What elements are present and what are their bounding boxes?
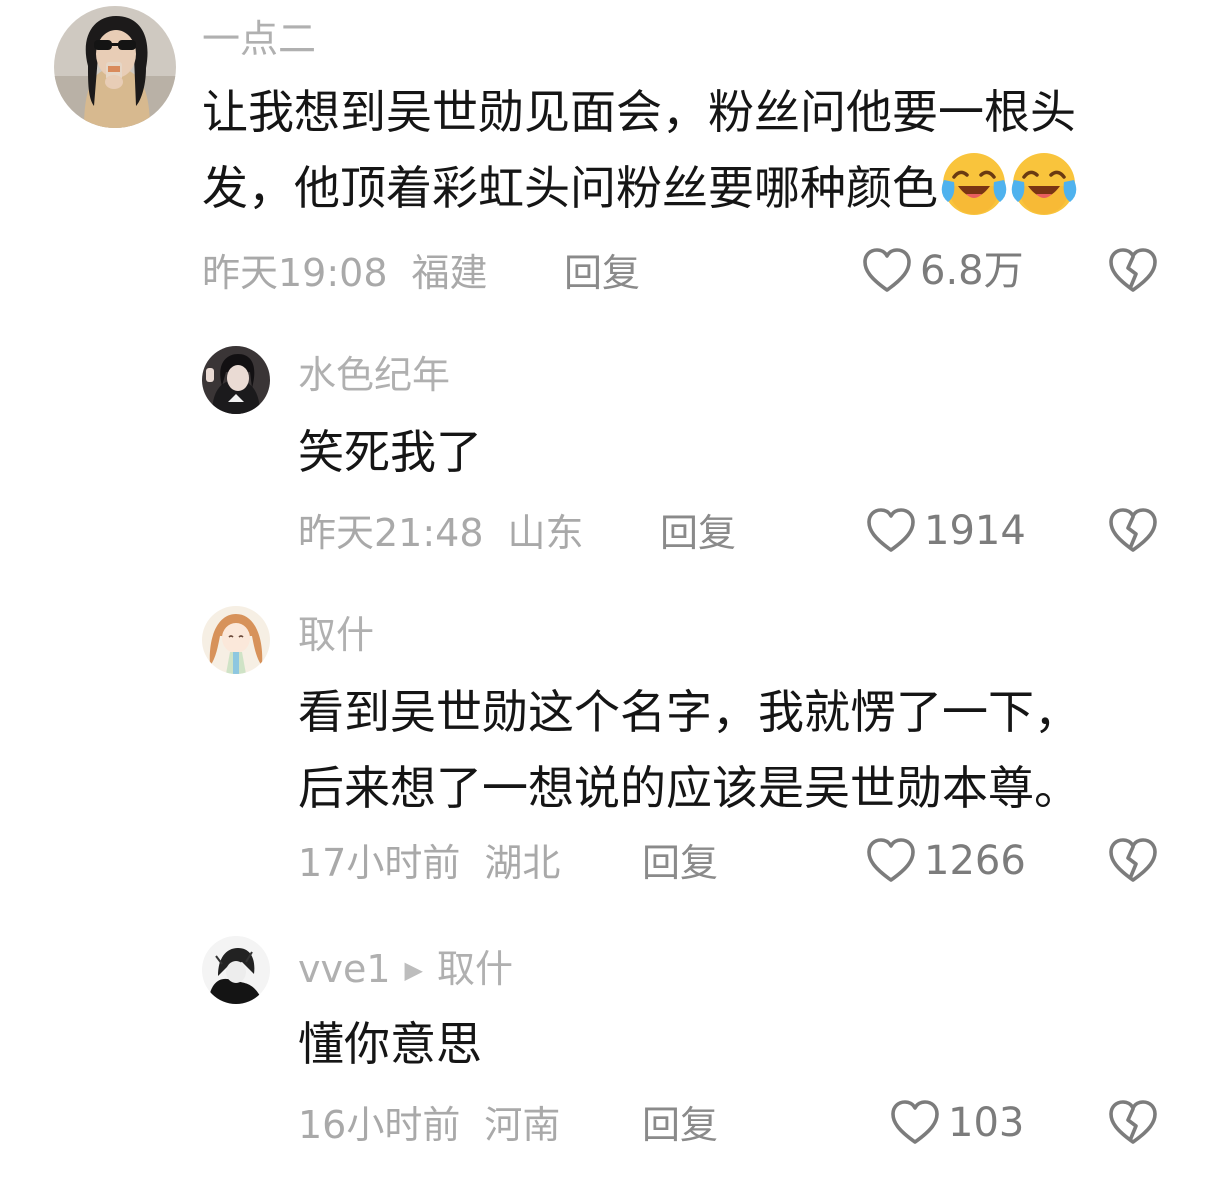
comment-text: 懂你意思: [298, 1006, 482, 1082]
comment-text: 看到吴世勋这个名字，我就愣了一下， 后来想了一想说的应该是吴世勋本尊。: [298, 674, 1080, 826]
comment-time: 昨天21:48: [298, 511, 484, 555]
reply-item: 水色纪年 笑死我了 昨天21:48 山东 回复 1914: [0, 320, 1224, 580]
comment-text-line: 后来想了一想说的应该是吴世勋本尊。: [298, 761, 1080, 815]
heart-outline-icon: [863, 248, 911, 292]
avatar[interactable]: [202, 936, 270, 1004]
comment-text-line: 发，他顶着彩虹头问粉丝要哪种颜色: [202, 161, 938, 215]
avatar[interactable]: [202, 346, 270, 414]
comment-meta: 昨天19:08 福建: [202, 254, 488, 292]
comment-time: 17小时前: [298, 841, 461, 885]
comment-meta: 昨天21:48 山东: [298, 514, 584, 552]
heart-outline-icon: [867, 838, 915, 882]
comment-location: 湖北: [484, 841, 561, 885]
comment-text-line: 让我想到吴世勋见面会，粉丝问他要一根头: [202, 85, 1076, 139]
username[interactable]: 水色纪年: [298, 356, 450, 394]
comment-text-line: 笑死我了: [298, 425, 482, 479]
comment-text-line-with-emoji: 发，他顶着彩虹头问粉丝要哪种颜色: [202, 150, 1078, 226]
dislike-button[interactable]: [1106, 834, 1160, 888]
laugh-cry-emoji: [1010, 150, 1078, 218]
reply-button[interactable]: 回复: [642, 844, 718, 882]
like-button[interactable]: 6.8万: [860, 244, 1024, 298]
laugh-cry-emoji: [940, 150, 1008, 218]
dislike-button[interactable]: [1106, 1096, 1160, 1150]
comment-location: 山东: [507, 511, 584, 555]
like-count: 1266: [924, 838, 1026, 884]
comment-meta: 16小时前 河南: [298, 1106, 560, 1144]
reply-item: vve1 ▶ 取什 懂你意思 16小时前 河南 回复 103: [0, 910, 1224, 1179]
comment-text-line: 看到吴世勋这个名字，我就愣了一下，: [298, 685, 1080, 739]
broken-heart-icon: [1109, 508, 1157, 552]
heart-outline-icon: [867, 508, 915, 552]
comment-meta: 17小时前 湖北: [298, 844, 560, 882]
like-count: 103: [948, 1100, 1025, 1146]
comment-location: 福建: [411, 251, 488, 295]
like-button[interactable]: 1266: [864, 834, 1026, 888]
broken-heart-icon: [1109, 248, 1157, 292]
comment-item: 一点二 让我想到吴世勋见面会，粉丝问他要一根头 发，他顶着彩虹头问粉丝要哪种颜色: [0, 0, 1224, 320]
reply-button[interactable]: 回复: [660, 514, 736, 552]
dislike-button[interactable]: [1106, 504, 1160, 558]
comment-text-line: 懂你意思: [298, 1017, 482, 1071]
avatar[interactable]: [54, 6, 176, 128]
avatar[interactable]: [202, 606, 270, 674]
heart-outline-icon: [891, 1100, 939, 1144]
reply-button[interactable]: 回复: [642, 1106, 718, 1144]
reply-item: 取什 看到吴世勋这个名字，我就愣了一下， 后来想了一想说的应该是吴世勋本尊。 1…: [0, 580, 1224, 910]
like-button[interactable]: 1914: [864, 504, 1026, 558]
comment-text: 让我想到吴世勋见面会，粉丝问他要一根头 发，他顶着彩虹头问粉丝要哪种颜色: [202, 74, 1078, 226]
username[interactable]: 取什: [298, 616, 374, 654]
reply-target[interactable]: 取什: [437, 947, 513, 991]
username[interactable]: 一点二: [202, 20, 316, 58]
reply-button[interactable]: 回复: [564, 254, 640, 292]
like-count: 6.8万: [920, 248, 1024, 294]
dislike-button[interactable]: [1106, 244, 1160, 298]
broken-heart-icon: [1109, 1100, 1157, 1144]
comment-location: 河南: [484, 1103, 561, 1147]
username[interactable]: vve1 ▶ 取什: [298, 950, 513, 988]
broken-heart-icon: [1109, 838, 1157, 882]
comment-time: 16小时前: [298, 1103, 461, 1147]
comment-time: 昨天19:08: [202, 251, 388, 295]
comment-text: 笑死我了: [298, 414, 482, 490]
play-triangle-icon: ▶: [404, 956, 424, 984]
reply-author[interactable]: vve1: [298, 947, 391, 991]
like-count: 1914: [924, 508, 1026, 554]
like-button[interactable]: 103: [888, 1096, 1024, 1150]
